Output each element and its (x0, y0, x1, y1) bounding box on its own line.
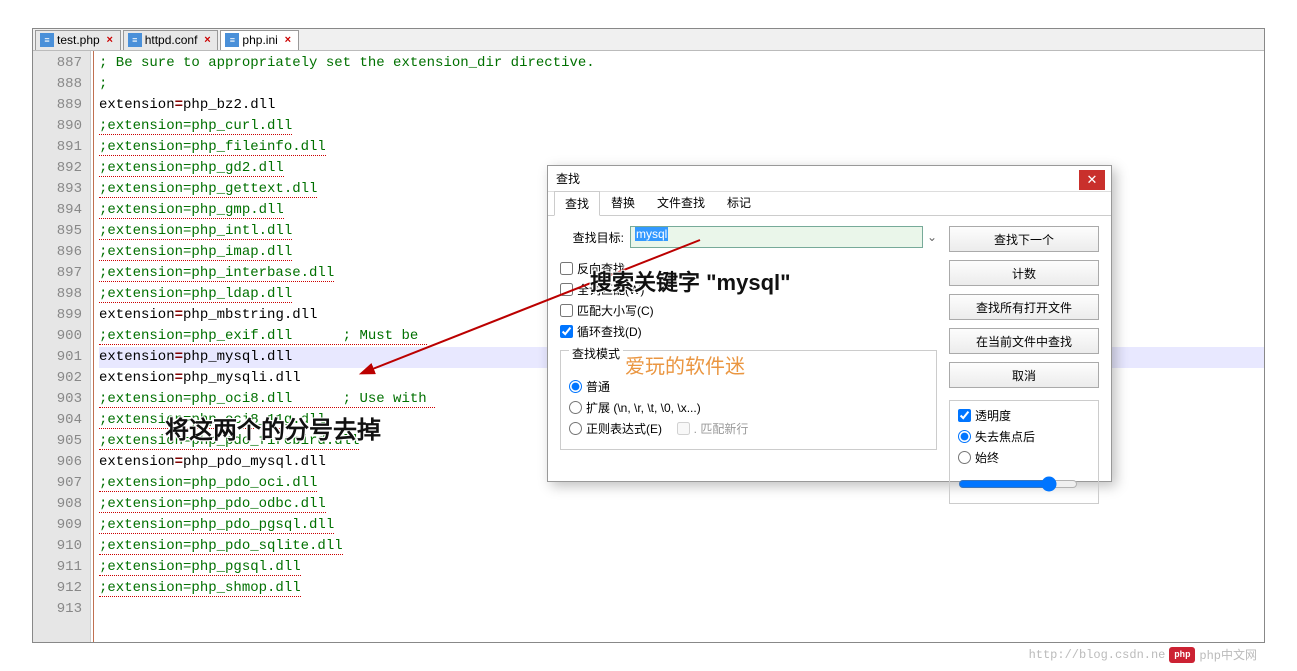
close-icon[interactable]: × (282, 34, 294, 46)
transparency-group: 透明度 失去焦点后 始终 (949, 400, 1099, 504)
trans-always[interactable]: 始终 (958, 449, 1090, 466)
close-icon[interactable]: × (104, 34, 116, 46)
trans-enable[interactable]: 透明度 (958, 407, 1090, 424)
transparency-slider[interactable] (958, 476, 1078, 492)
trans-onblur[interactable]: 失去焦点后 (958, 428, 1090, 445)
file-icon: ≡ (40, 33, 54, 47)
tab-findfiles[interactable]: 文件查找 (646, 190, 716, 215)
tab-mark[interactable]: 标记 (716, 190, 762, 215)
file-icon: ≡ (225, 33, 239, 47)
opt-matchcase[interactable]: 匹配大小写(C) (560, 302, 937, 319)
chevron-down-icon[interactable]: ⌄ (927, 230, 937, 244)
tab-label: test.php (57, 33, 100, 47)
tab-test-php[interactable]: ≡ test.php × (35, 30, 121, 50)
mode-extended[interactable]: 扩展 (\n, \r, \t, \0, \x...) (569, 399, 928, 416)
find-dialog: 查找 ✕ 查找 替换 文件查找 标记 查找目标: mysql ⌄ 反向查找 全词… (547, 165, 1112, 482)
mode-normal[interactable]: 普通 (569, 378, 928, 395)
find-target-label: 查找目标: (560, 229, 630, 246)
cancel-button[interactable]: 取消 (949, 362, 1099, 388)
tab-label: httpd.conf (145, 33, 198, 47)
opt-wrap[interactable]: 循环查找(D) (560, 323, 937, 340)
mode-regex[interactable]: 正则表达式(E) . 匹配新行 (569, 420, 928, 437)
file-icon: ≡ (128, 33, 142, 47)
tab-find[interactable]: 查找 (554, 191, 600, 216)
find-target-input[interactable]: mysql (630, 226, 923, 248)
opt-wholeword[interactable]: 全词匹配(W) (560, 281, 937, 298)
opt-backward[interactable]: 反向查找 (560, 260, 937, 277)
footer-watermark: http://blog.csdn.ne php php中文网 (1029, 646, 1257, 663)
find-all-open-button[interactable]: 查找所有打开文件 (949, 294, 1099, 320)
line-gutter: 887888889 890891892 893894895 896897898 … (33, 51, 91, 642)
tab-httpd-conf[interactable]: ≡ httpd.conf × (123, 30, 219, 50)
tab-replace[interactable]: 替换 (600, 190, 646, 215)
search-mode-group: 查找模式 普通 扩展 (\n, \r, \t, \0, \x...) 正则表达式… (560, 350, 937, 450)
find-tabs: 查找 替换 文件查找 标记 (548, 192, 1111, 216)
tab-label: php.ini (242, 33, 277, 47)
close-icon[interactable]: × (201, 34, 213, 46)
php-logo-icon: php (1169, 647, 1195, 663)
tab-bar: ≡ test.php × ≡ httpd.conf × ≡ php.ini × (33, 29, 1264, 51)
find-in-current-button[interactable]: 在当前文件中查找 (949, 328, 1099, 354)
tab-php-ini[interactable]: ≡ php.ini × (220, 30, 298, 50)
close-button[interactable]: ✕ (1079, 170, 1105, 190)
dialog-title: 查找 (548, 166, 1111, 192)
find-next-button[interactable]: 查找下一个 (949, 226, 1099, 252)
count-button[interactable]: 计数 (949, 260, 1099, 286)
